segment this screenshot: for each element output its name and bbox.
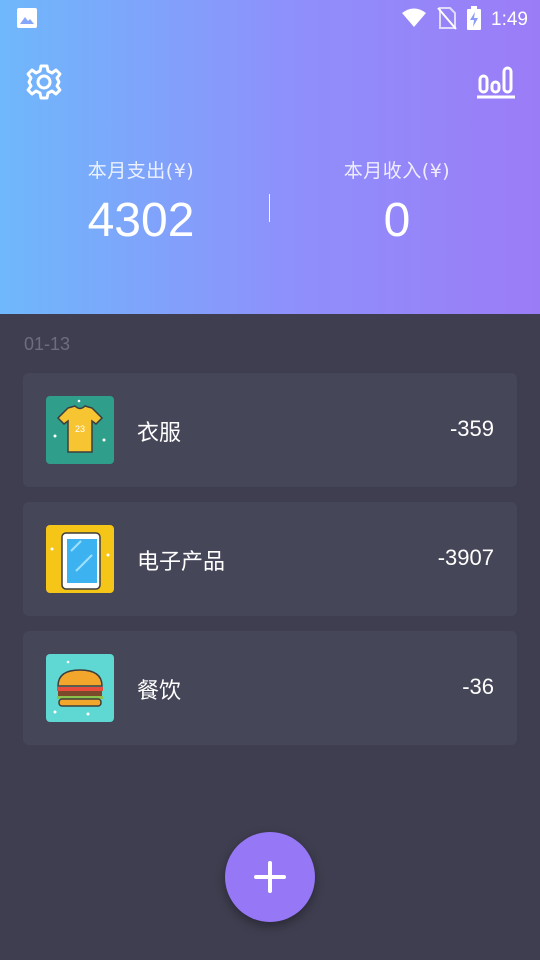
record-name: 电子产品 — [137, 550, 226, 575]
record-item-clothes[interactable]: 23 衣服 -359 — [23, 373, 517, 487]
record-amount: -3907 — [437, 545, 494, 570]
date-header: 01-13 — [24, 334, 71, 354]
expense-summary: 本月支出(¥) 4302 — [6, 156, 276, 248]
bar-chart-icon — [477, 66, 515, 99]
income-label: 本月收入(¥) — [343, 160, 451, 182]
phone-icon — [46, 525, 114, 593]
plus-icon — [254, 861, 286, 893]
status-time: 1:49 — [491, 9, 528, 30]
image-icon — [16, 7, 38, 33]
record-amount: -359 — [449, 416, 494, 441]
record-item-dining[interactable]: 餐饮 -36 — [23, 631, 517, 745]
record-item-electronics[interactable]: 电子产品 -3907 — [23, 502, 517, 616]
header: 1:49 本月支出(¥) 4302 本月收入(¥) 0 — [0, 0, 540, 314]
wifi-icon — [401, 7, 427, 33]
expense-value: 4302 — [87, 194, 195, 247]
income-summary: 本月收入(¥) 0 — [262, 156, 532, 248]
add-record-button[interactable] — [225, 832, 315, 922]
settings-button[interactable] — [24, 62, 64, 102]
record-list: 23 衣服 -359 电子产品 -3907 餐饮 -36 — [23, 373, 517, 760]
record-name: 餐饮 — [137, 679, 182, 704]
no-sim-icon — [437, 6, 457, 34]
gear-icon — [26, 64, 62, 100]
expense-label: 本月支出(¥) — [87, 160, 195, 182]
shirt-icon: 23 — [46, 396, 114, 464]
monthly-summary: 本月支出(¥) 4302 本月收入(¥) 0 — [0, 156, 540, 266]
statistics-button[interactable] — [476, 62, 516, 102]
svg-text:23: 23 — [75, 424, 85, 434]
record-amount: -36 — [462, 674, 494, 699]
burger-icon — [46, 654, 114, 722]
record-name: 衣服 — [137, 421, 182, 446]
battery-charging-icon — [467, 6, 482, 34]
status-bar: 1:49 — [0, 0, 540, 36]
income-value: 0 — [383, 194, 411, 247]
